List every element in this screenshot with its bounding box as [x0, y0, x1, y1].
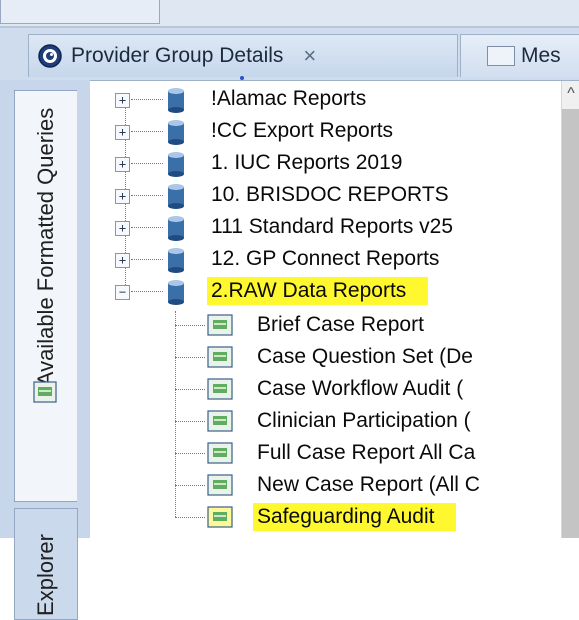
tree-report-case-workflow-audit[interactable]: Case Workflow Audit (: [91, 375, 561, 407]
tab-provider-group-details[interactable]: Provider Group Details ×: [28, 34, 458, 77]
tree-folder-brisdoc-reports[interactable]: + 10. BRISDOC REPORTS: [91, 181, 561, 213]
tree-report-brief-case-report[interactable]: Brief Case Report: [91, 311, 561, 343]
tab-messages[interactable]: Mes: [460, 34, 579, 77]
report-label: New Case Report (All C: [257, 473, 480, 496]
tree-folder-iuc-reports-2019[interactable]: + 1. IUC Reports 2019: [91, 149, 561, 181]
tree-report-clinician-participation[interactable]: Clinician Participation (: [91, 407, 561, 439]
message-icon: [487, 46, 515, 66]
tree-connector: [131, 291, 163, 292]
folder-label: 1. IUC Reports 2019: [211, 151, 403, 174]
database-icon: [168, 120, 184, 145]
expand-icon[interactable]: +: [115, 189, 130, 204]
scrollbar-thumb[interactable]: [562, 109, 579, 538]
folder-label: 2.RAW Data Reports: [207, 277, 429, 305]
tab-label: Available Formatted Queries: [33, 107, 58, 386]
provider-group-icon: [38, 44, 62, 68]
tree-connector: [131, 195, 163, 196]
tree-connector: [175, 421, 205, 422]
database-icon: [168, 216, 184, 241]
report-icon: [207, 346, 233, 368]
report-icon: [207, 378, 233, 400]
tree-connector: [175, 325, 205, 326]
tree-connector: [131, 259, 163, 260]
tree-connector: [131, 99, 163, 100]
vertical-scrollbar[interactable]: ^: [561, 81, 579, 538]
folder-label: 111 Standard Reports v25: [211, 215, 454, 238]
report-icon: [207, 442, 233, 464]
tab-available-formatted-queries[interactable]: Available Formatted Queries: [14, 90, 77, 502]
tree-report-full-case-report[interactable]: Full Case Report All Ca: [91, 439, 561, 471]
tab-explorer[interactable]: Explorer: [14, 508, 78, 620]
database-icon: [168, 248, 184, 273]
expand-icon[interactable]: +: [115, 93, 130, 108]
collapse-icon[interactable]: −: [115, 285, 130, 300]
report-icon: [207, 410, 233, 432]
tree-connector: [175, 357, 205, 358]
tree-report-safeguarding-audit[interactable]: Safeguarding Audit: [91, 503, 561, 535]
folder-label: !CC Export Reports: [211, 119, 394, 142]
folder-label: !Alamac Reports: [211, 87, 367, 110]
expand-icon[interactable]: +: [115, 125, 130, 140]
database-icon: [168, 88, 184, 113]
folder-label: 10. BRISDOC REPORTS: [211, 183, 449, 206]
report-icon: [207, 314, 233, 336]
report-label: Safeguarding Audit: [253, 503, 457, 531]
database-icon: [168, 184, 184, 209]
tree-connector: [175, 453, 205, 454]
expand-icon[interactable]: +: [115, 221, 130, 236]
report-icon: [207, 506, 233, 528]
expand-icon[interactable]: +: [115, 157, 130, 172]
tree-connector: [131, 163, 163, 164]
tab-label: Provider Group Details: [71, 44, 284, 67]
tree-connector: [175, 389, 205, 390]
report-label: Case Workflow Audit (: [257, 377, 464, 400]
report-icon: [207, 474, 233, 496]
tab-label: Mes: [521, 44, 561, 67]
report-label: Brief Case Report: [257, 313, 424, 336]
query-tree: + !Alamac Reports + !CC Export Reports +…: [91, 81, 561, 538]
top-toolbar-button[interactable]: [0, 0, 160, 24]
document-tab-bar: Provider Group Details × Mes: [0, 28, 579, 81]
tree-report-new-case-report[interactable]: New Case Report (All C: [91, 471, 561, 503]
report-icon: [33, 381, 57, 403]
scroll-up-icon[interactable]: ^: [562, 85, 579, 103]
tab-label: Explorer: [33, 534, 58, 616]
active-tab-indicator: [240, 76, 244, 80]
folder-label: 12. GP Connect Reports: [211, 247, 440, 270]
close-icon[interactable]: ×: [303, 43, 316, 69]
tree-folder-gp-connect-reports[interactable]: + 12. GP Connect Reports: [91, 245, 561, 277]
expand-icon[interactable]: +: [115, 253, 130, 268]
tree-connector: [175, 485, 205, 486]
report-label: Clinician Participation (: [257, 409, 471, 432]
tree-folder-cc-export-reports[interactable]: + !CC Export Reports: [91, 117, 561, 149]
tree-connector: [131, 227, 163, 228]
tree-report-case-question-set[interactable]: Case Question Set (De: [91, 343, 561, 375]
report-label: Case Question Set (De: [257, 345, 473, 368]
report-label: Full Case Report All Ca: [257, 441, 476, 464]
tree-connector: [131, 131, 163, 132]
tree-folder-alamac-reports[interactable]: + !Alamac Reports: [91, 85, 561, 117]
database-icon: [168, 152, 184, 177]
side-panel: Available Formatted Queries Explorer: [0, 80, 90, 620]
top-toolbar-strip: [0, 0, 579, 26]
tree-folder-111-standard-reports[interactable]: + 111 Standard Reports v25: [91, 213, 561, 245]
tree-folder-raw-data-reports[interactable]: − 2.RAW Data Reports: [91, 277, 561, 309]
tree-connector: [175, 517, 205, 518]
database-icon: [168, 280, 184, 305]
